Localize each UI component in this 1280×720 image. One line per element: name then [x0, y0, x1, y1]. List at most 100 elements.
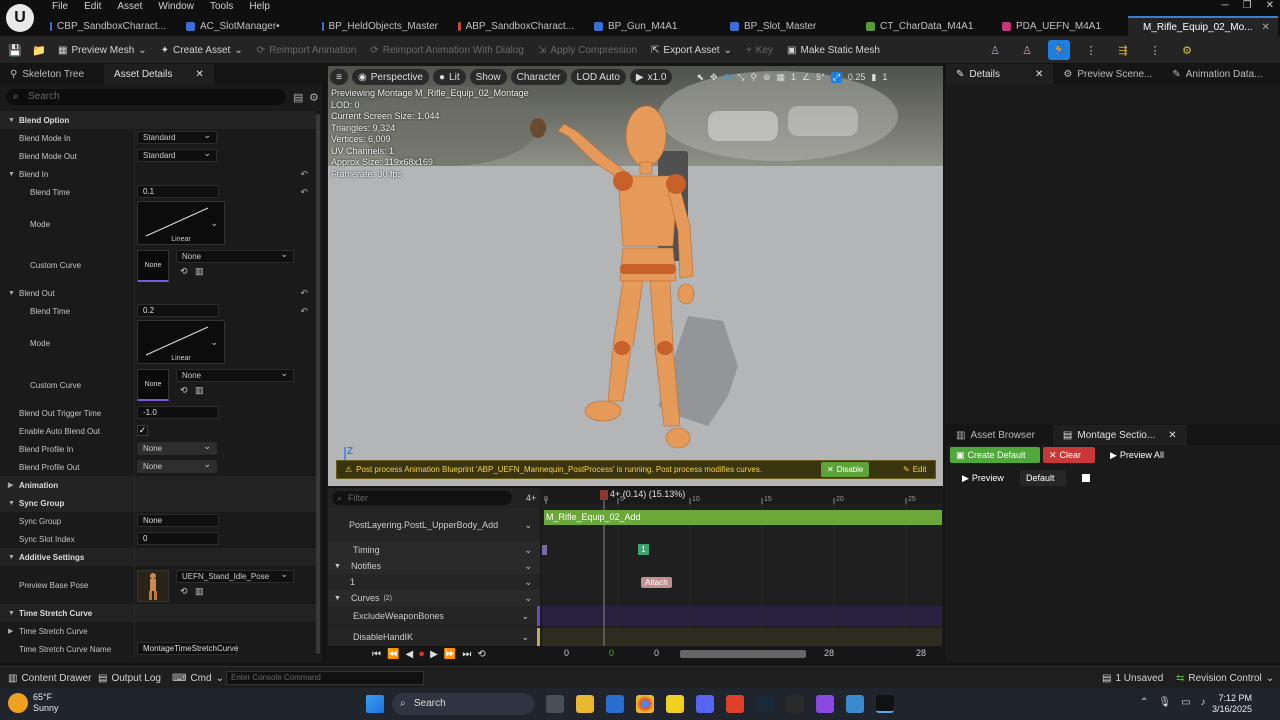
blend-profile-in-dropdown[interactable]: None [137, 441, 217, 455]
weather-widget[interactable]: 65°F Sunny [33, 692, 59, 714]
range-scrollbar[interactable] [680, 650, 806, 658]
prop-blend-in[interactable]: ▼ Blend In ↶ [0, 165, 316, 183]
timing-marker[interactable]: 1 [638, 544, 649, 555]
mesh-mode-icon[interactable]: ♙ [1016, 40, 1038, 60]
tab-pda-uefn[interactable]: PDA_UEFN_M4A1 [992, 16, 1128, 36]
blueprint-mode-icon[interactable]: ⇶ [1112, 40, 1134, 60]
base-pose-thumbnail[interactable] [137, 570, 169, 602]
camera-speed-icon[interactable]: ▮ [871, 72, 876, 83]
sticky-notes-icon[interactable] [666, 695, 684, 713]
epic-games-icon[interactable] [786, 695, 804, 713]
montage-segment[interactable]: M_Rifle_Equip_02_Add [544, 510, 942, 525]
character-button[interactable]: Character [510, 69, 567, 85]
output-log-button[interactable]: ▤ Output Log [92, 668, 167, 688]
tab-bp-slot-master[interactable]: BP_Slot_Master [720, 16, 856, 36]
reimport-animation-button[interactable]: ⟳ Reimport Animation [251, 40, 363, 60]
custom-curve-dropdown[interactable]: None [176, 249, 294, 263]
tab-montage-sections[interactable]: ▤ Montage Sectio... ✕ [1052, 425, 1187, 445]
revision-control-button[interactable]: ⇆ Revision Control ⌄ [1170, 668, 1280, 688]
notepad-icon[interactable] [846, 695, 864, 713]
skip-to-end-icon[interactable]: ⏭ [462, 649, 471, 660]
range-end-value[interactable]: 28 [916, 648, 926, 658]
disable-button[interactable]: ✕ Disable [821, 462, 870, 477]
menu-help[interactable]: Help [241, 0, 278, 14]
app-icon[interactable] [816, 695, 834, 713]
step-back-icon[interactable]: ⏪ [387, 649, 399, 660]
settings-icon[interactable]: ⚙ [309, 91, 319, 104]
curves-track-row[interactable]: ▼ Curves (2) ⌄ [328, 590, 540, 606]
play-reverse-icon[interactable]: ◀ [405, 649, 413, 660]
section-marker[interactable] [1082, 474, 1090, 482]
perspective-button[interactable]: ◉ Perspective [352, 69, 429, 85]
console-input[interactable]: Enter Console Command [226, 671, 424, 685]
category-additive-settings[interactable]: ▼ Additive Settings [0, 548, 316, 566]
blend-in-curve-preview[interactable]: Linear ⌄ [137, 201, 225, 245]
chevron-down-icon[interactable]: ⌄ [524, 520, 532, 531]
content-drawer-button[interactable]: ▥ Content Drawer [2, 668, 97, 688]
tab-bp-gun[interactable]: BP_Gun_M4A1 [584, 16, 720, 36]
microphone-icon[interactable]: 🎙 [1158, 697, 1171, 708]
menu-edit[interactable]: Edit [76, 0, 109, 14]
clock[interactable]: 7:12 PM 3/16/2025 [1212, 693, 1252, 715]
tab-animation-data[interactable]: ✎ Animation Data... [1162, 64, 1272, 84]
custom-curve-dropdown[interactable]: None [176, 368, 294, 382]
restore-icon[interactable]: ❐ [1243, 0, 1252, 11]
auto-blend-out-checkbox[interactable]: ✓ [137, 425, 148, 436]
notify-attach[interactable]: Attach [641, 577, 672, 588]
browse-icon[interactable]: 📁 [28, 40, 50, 60]
close-tab-icon[interactable]: ✕ [1035, 69, 1043, 80]
save-icon[interactable]: 💾 [4, 40, 26, 60]
angle-snap-icon[interactable]: ∠ [802, 72, 810, 83]
base-pose-dropdown[interactable]: UEFN_Stand_Idle_Pose [176, 569, 294, 583]
chevron-down-icon[interactable]: ⌄ [524, 561, 532, 572]
chrome-icon[interactable] [636, 695, 654, 713]
table-view-icon[interactable]: ▤ [293, 91, 303, 104]
view-start-value[interactable]: 0 [609, 648, 614, 658]
create-asset-button[interactable]: ✦ Create Asset ⌄ [155, 40, 249, 60]
volume-icon[interactable]: ♪ [1201, 697, 1206, 708]
rotate-icon[interactable]: ⟳ [724, 72, 732, 83]
grid-snap-icon[interactable]: ▦ [776, 72, 785, 83]
prop-blend-out[interactable]: ▼ Blend Out ↶ [0, 284, 316, 302]
start-icon[interactable] [366, 695, 384, 713]
skeleton-mode-icon[interactable]: ♙ [984, 40, 1006, 60]
tab-bp-heldobjects[interactable]: BP_HeldObjects_Master [312, 16, 448, 36]
category-time-stretch[interactable]: ▼ Time Stretch Curve [0, 604, 316, 622]
menu-tools[interactable]: Tools [202, 0, 241, 14]
edit-button[interactable]: ✎ Edit [897, 462, 933, 477]
angle-snap-value[interactable]: 5° [816, 72, 825, 82]
network-icon[interactable]: ▭ [1181, 697, 1190, 708]
tab-skeleton-tree[interactable]: ⚲ Skeleton Tree [0, 64, 94, 84]
lit-button[interactable]: ● Lit [432, 69, 466, 85]
discord-icon[interactable] [696, 695, 714, 713]
chevron-down-icon[interactable]: ⌄ [524, 593, 532, 604]
surface-snap-icon[interactable]: ⚲ [750, 72, 757, 83]
timing-track-row[interactable]: Timing ⌄ [328, 542, 540, 558]
menu-file[interactable]: File [44, 0, 76, 14]
loop-icon[interactable]: ⟲ [477, 649, 485, 660]
notifies-track-row[interactable]: ▼ Notifies ⌄ [328, 558, 540, 574]
chevron-down-icon[interactable]: ⌄ [521, 611, 529, 622]
outlook-icon[interactable] [606, 695, 624, 713]
reimport-dialog-button[interactable]: ⟳ Reimport Animation With Dialog [364, 40, 530, 60]
use-selected-icon[interactable]: ⟲ [180, 266, 188, 277]
custom-curve-thumbnail[interactable]: None [137, 250, 169, 282]
blend-mode-out-dropdown[interactable]: Standard [137, 148, 217, 162]
taskbar-search[interactable]: ⌕ Search [392, 693, 534, 715]
export-asset-button[interactable]: ⇱ Export Asset ⌄ [645, 40, 738, 60]
blend-in-time-field[interactable]: 0.1 [137, 185, 219, 198]
skip-to-start-icon[interactable]: ⏮ [372, 649, 381, 660]
unreal-engine-icon[interactable] [876, 695, 894, 713]
tab-ct-chardata[interactable]: CT_CharData_M4A1 [856, 16, 992, 36]
scale-icon[interactable]: ⤡ [737, 72, 744, 83]
unreal-logo[interactable]: U [6, 4, 34, 32]
reset-icon[interactable]: ↶ [300, 187, 308, 198]
blend-out-trigger-field[interactable]: -1.0 [137, 406, 219, 419]
sync-group-field[interactable]: None [137, 514, 219, 527]
view-end-value[interactable]: 28 [824, 648, 834, 658]
filter-input[interactable]: ⌕ Filter [332, 491, 512, 505]
camera-speed-value[interactable]: 1 [882, 72, 887, 82]
browse-asset-icon[interactable]: ▥ [195, 385, 204, 396]
create-default-button[interactable]: ▣ Create Default [950, 447, 1040, 463]
tab-montage-active[interactable]: M_Rifle_Equip_02_Mo... ✕ [1128, 16, 1278, 36]
